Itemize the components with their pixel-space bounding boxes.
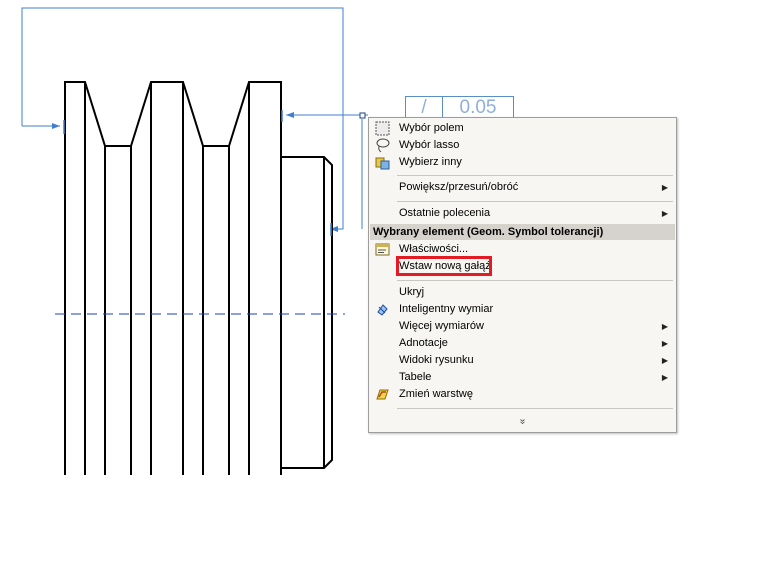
- box-select-icon: [375, 121, 390, 136]
- selected-entity-header: Wybrany element (Geom. Symbol tolerancji…: [370, 224, 675, 240]
- menu-item-select-other[interactable]: Wybierz inny: [369, 154, 676, 171]
- menu-item-label: Właściwości...: [399, 243, 469, 255]
- menu-item-box-select[interactable]: Wybór polem: [369, 120, 676, 137]
- menu-item-label: Zmień warstwę: [399, 388, 473, 400]
- leader-arrow: [52, 123, 60, 129]
- menu-item-label: Wybór polem: [399, 122, 464, 134]
- change-layer-icon: [376, 389, 389, 400]
- submenu-arrow-icon: ▶: [661, 183, 668, 192]
- menu-separator: [397, 175, 673, 176]
- pulley-outline: [64, 81, 333, 475]
- menu-item-recent-commands[interactable]: Ostatnie polecenia ▶: [369, 205, 676, 222]
- expand-menu-chevron-icon[interactable]: »: [515, 268, 529, 575]
- menu-item-label: Ukryj: [399, 286, 425, 298]
- menu-item-label: Ostatnie polecenia: [399, 207, 491, 219]
- selection-handle[interactable]: [359, 112, 366, 119]
- context-menu: Wybór polem Wybór lasso Wybierz inny Pow…: [368, 117, 677, 433]
- menu-item-label: Widoki rysunku: [399, 354, 474, 366]
- menu-item-label: Wybierz inny: [399, 156, 462, 168]
- menu-item-zoom-pan-rotate[interactable]: Powiększ/przesuń/obróć ▶: [369, 179, 676, 196]
- submenu-arrow-icon: ▶: [661, 373, 668, 382]
- menu-item-label: Wybór lasso: [399, 139, 460, 151]
- menu-item-label: Tabele: [399, 371, 432, 383]
- menu-separator: [397, 280, 673, 281]
- menu-item-label: Powiększ/przesuń/obróć: [399, 181, 519, 193]
- leader-arrow: [286, 112, 294, 118]
- menu-item-label: Inteligentny wymiar: [399, 303, 494, 315]
- highlight-box: [396, 256, 492, 276]
- submenu-arrow-icon: ▶: [661, 209, 668, 218]
- menu-item-label: Więcej wymiarów: [399, 320, 484, 332]
- menu-item-lasso-select[interactable]: Wybór lasso: [369, 137, 676, 154]
- menu-separator: [397, 408, 673, 409]
- menu-item-label: Adnotacje: [399, 337, 448, 349]
- submenu-arrow-icon: ▶: [661, 322, 668, 331]
- menu-separator: [397, 201, 673, 202]
- submenu-arrow-icon: ▶: [661, 356, 668, 365]
- select-other-icon: [375, 157, 390, 170]
- submenu-arrow-icon: ▶: [661, 339, 668, 348]
- properties-icon: [375, 243, 390, 256]
- lasso-icon: [376, 138, 390, 153]
- smart-dimension-icon: [377, 304, 388, 316]
